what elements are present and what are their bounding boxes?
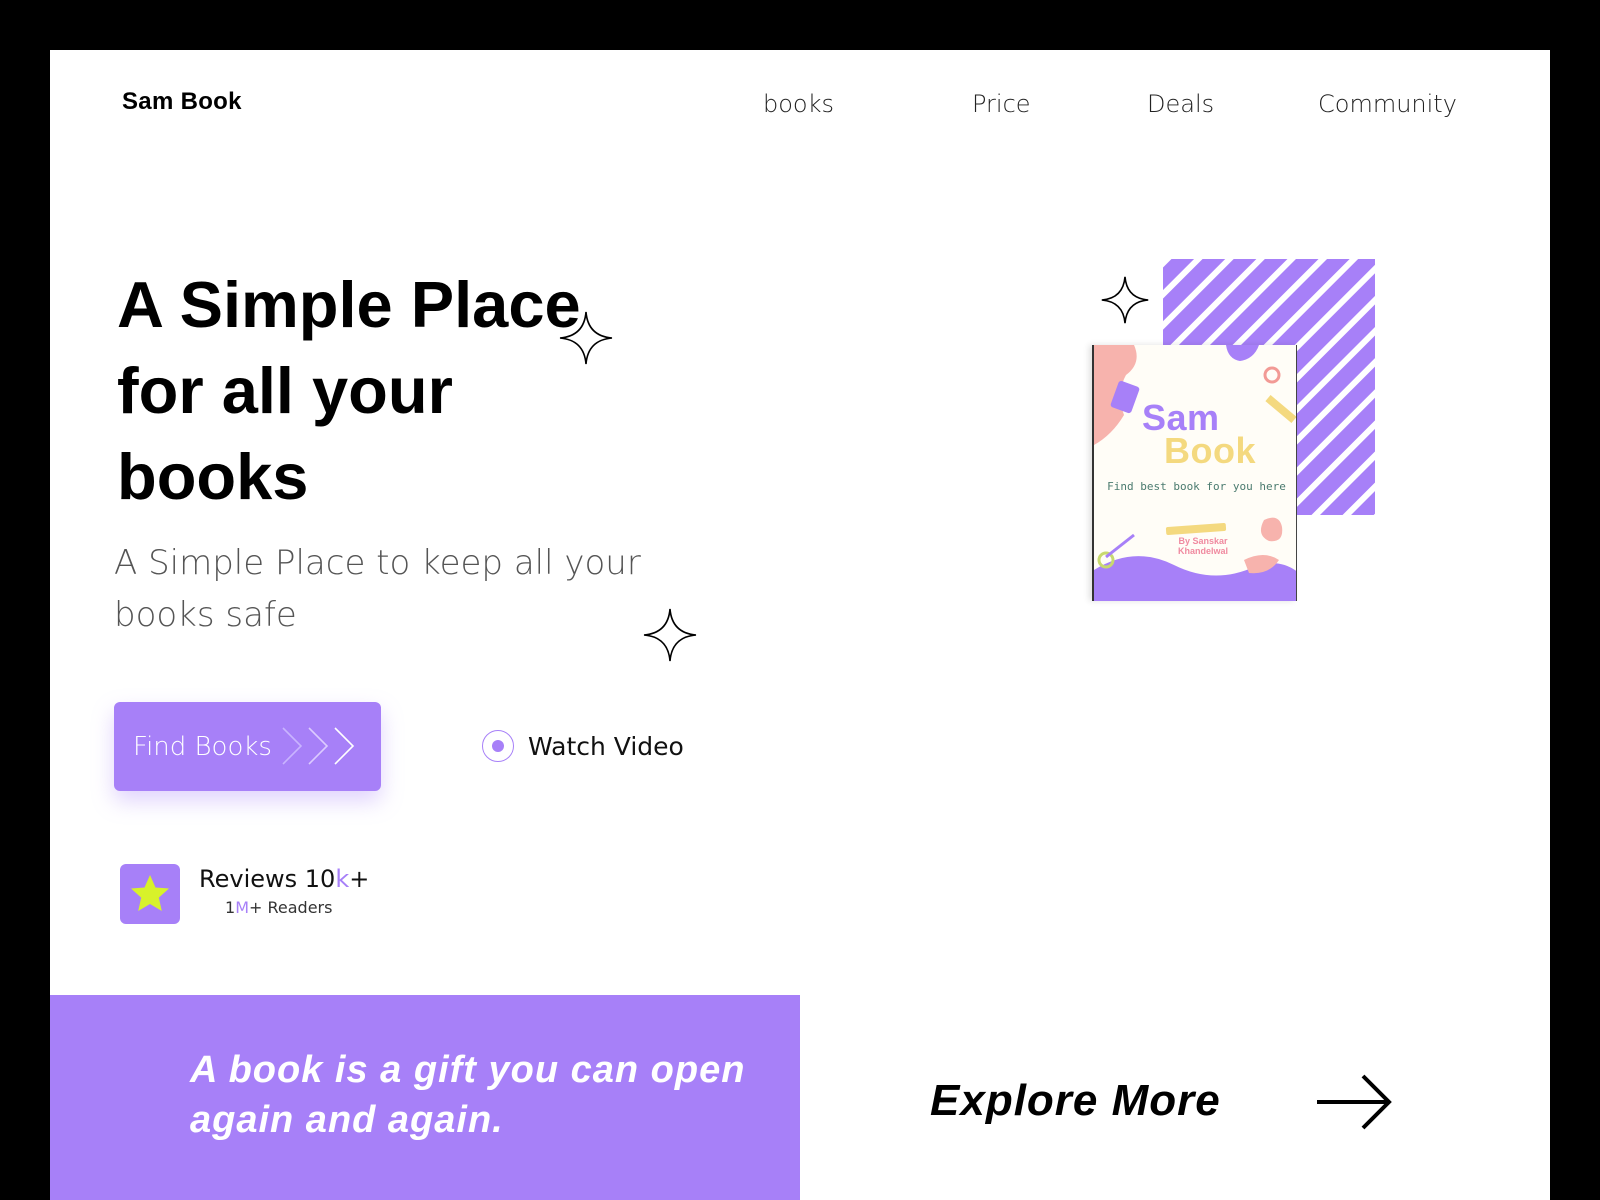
star-icon <box>131 875 169 911</box>
book-cover-author: By Sanskar Khandelwal <box>1177 536 1228 556</box>
reviews-badge <box>120 864 180 924</box>
book-cover-art <box>1094 345 1296 601</box>
top-nav: books Price Deals Community <box>50 90 1550 120</box>
page-canvas: Sam Book books Price Deals Community A S… <box>50 50 1550 1200</box>
explore-more-link[interactable]: Explore More <box>930 1076 1221 1126</box>
book-cover-image: Sam Book Find best book for you here By … <box>1092 345 1297 601</box>
nav-community[interactable]: Community <box>1318 90 1457 118</box>
book-cover-tagline: Find best book for you here <box>1107 480 1286 493</box>
hero-title: A Simple Place for all your books <box>117 268 581 513</box>
chevrons-right-icon <box>282 727 355 765</box>
find-books-button[interactable]: Find Books <box>114 702 381 791</box>
sparkle-icon <box>643 608 697 662</box>
book-cover-title-2: Book <box>1164 430 1256 471</box>
find-books-label: Find Books <box>133 731 272 762</box>
quote-band: A book is a gift you can open again and … <box>50 995 800 1200</box>
reviews-count: Reviews 10k+ <box>199 865 370 893</box>
nav-books[interactable]: books <box>763 90 834 118</box>
hero-subtitle: A Simple Place to keep all your books sa… <box>114 543 641 635</box>
sparkle-icon <box>1101 276 1149 324</box>
quote-text: A book is a gift you can open again and … <box>190 1049 746 1141</box>
readers-count: 1M+ Readers <box>225 898 333 917</box>
watch-video-button[interactable]: Watch Video <box>482 726 684 766</box>
nav-deals[interactable]: Deals <box>1147 90 1214 118</box>
nav-price[interactable]: Price <box>972 90 1031 118</box>
sparkle-icon <box>559 311 613 365</box>
arrow-right-icon[interactable] <box>1315 1072 1395 1132</box>
radio-play-icon <box>482 730 514 762</box>
watch-video-label: Watch Video <box>528 731 684 761</box>
